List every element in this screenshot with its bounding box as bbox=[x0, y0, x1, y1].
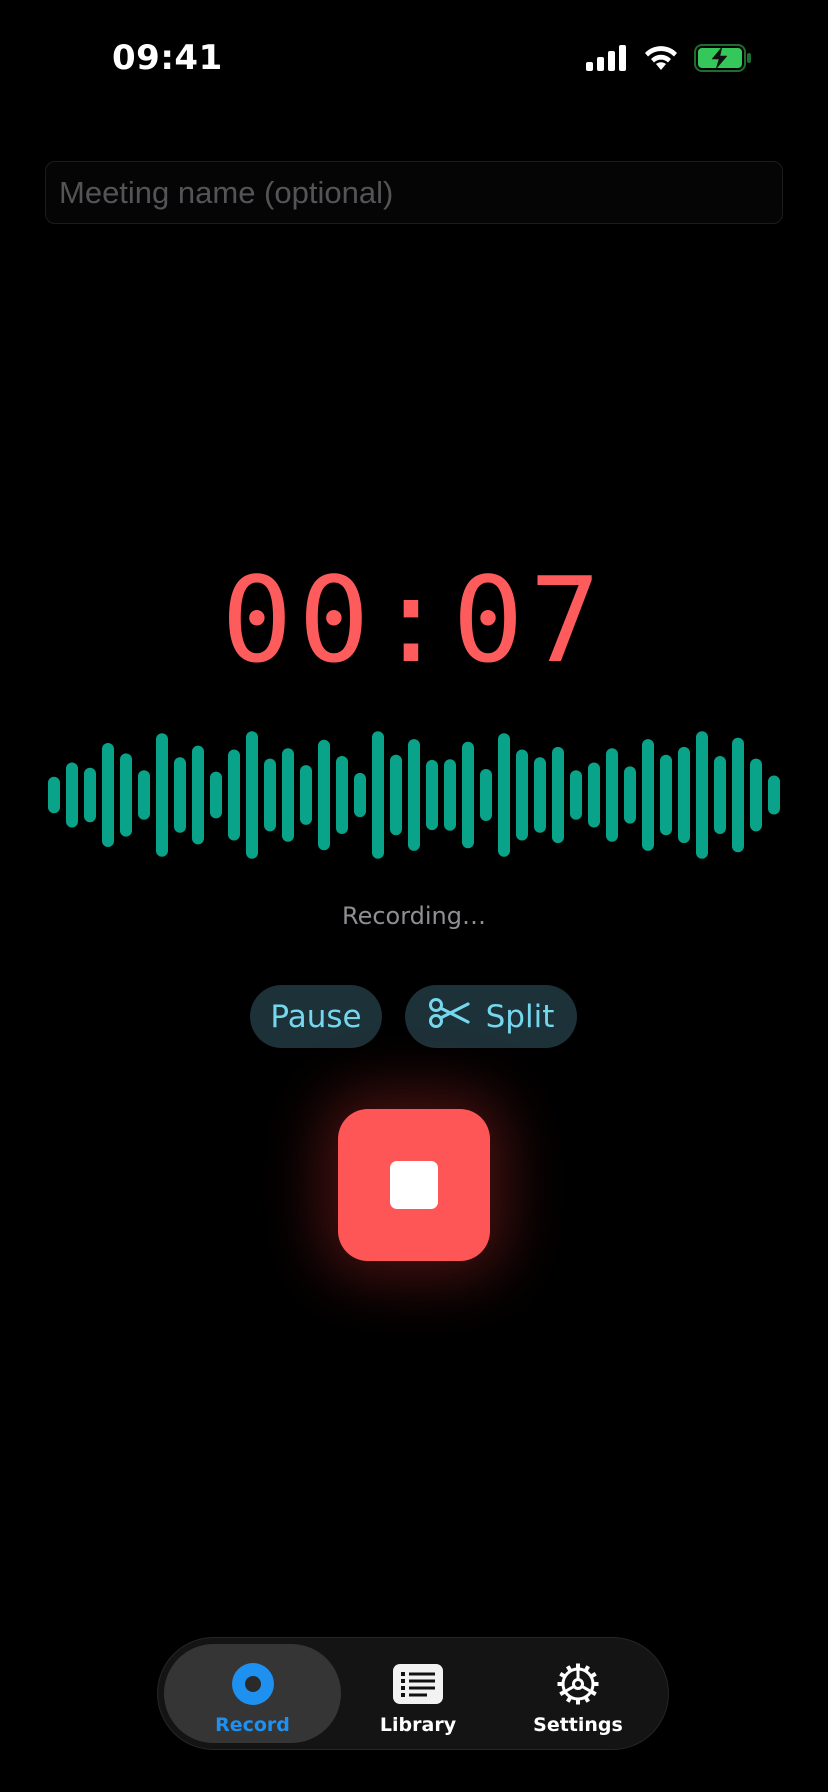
wifi-icon bbox=[642, 44, 680, 72]
tab-library-label: Library bbox=[379, 1714, 457, 1736]
waveform-bar bbox=[210, 771, 222, 819]
waveform-bar bbox=[282, 748, 294, 842]
waveform-bar bbox=[678, 746, 690, 844]
stop-recording-button[interactable] bbox=[338, 1109, 490, 1261]
waveform-bar bbox=[732, 737, 744, 853]
waveform-bar bbox=[642, 739, 654, 851]
split-button[interactable]: Split bbox=[405, 985, 577, 1048]
tab-record-label: Record bbox=[215, 1714, 290, 1736]
tab-settings[interactable]: Settings bbox=[498, 1644, 658, 1743]
waveform-bar bbox=[714, 756, 726, 834]
waveform-bar bbox=[84, 767, 96, 823]
waveform-bar bbox=[48, 776, 60, 814]
waveform-bar bbox=[336, 756, 348, 834]
cellular-signal-icon bbox=[586, 45, 628, 71]
waveform-bar bbox=[228, 749, 240, 841]
waveform-bar bbox=[66, 762, 78, 828]
audio-waveform bbox=[48, 731, 780, 859]
waveform-bar bbox=[606, 748, 618, 842]
pause-button[interactable]: Pause bbox=[250, 985, 382, 1048]
waveform-bar bbox=[372, 731, 384, 859]
elapsed-timer: 00:07 bbox=[221, 551, 607, 689]
recording-status-text: Recording… bbox=[341, 902, 487, 930]
meeting-name-input[interactable] bbox=[45, 161, 783, 224]
list-icon bbox=[393, 1662, 443, 1706]
status-time: 09:41 bbox=[112, 38, 223, 78]
record-icon bbox=[231, 1662, 275, 1706]
waveform-bar bbox=[516, 749, 528, 841]
waveform-bar bbox=[192, 745, 204, 845]
status-icons bbox=[586, 44, 752, 72]
waveform-bar bbox=[426, 759, 438, 831]
waveform-bar bbox=[624, 766, 636, 824]
gear-icon bbox=[554, 1662, 602, 1706]
waveform-bar bbox=[750, 758, 762, 832]
waveform-bar bbox=[300, 765, 312, 825]
waveform-bar bbox=[102, 743, 114, 847]
scissors-icon bbox=[428, 997, 470, 1037]
waveform-bar bbox=[264, 758, 276, 832]
waveform-bar bbox=[318, 739, 330, 851]
waveform-bar bbox=[480, 769, 492, 821]
waveform-bar bbox=[462, 741, 474, 849]
waveform-bar bbox=[444, 759, 456, 831]
waveform-bar bbox=[696, 731, 708, 859]
pause-button-label: Pause bbox=[270, 998, 362, 1035]
battery-charging-icon bbox=[694, 44, 752, 72]
waveform-bar bbox=[534, 757, 546, 833]
split-button-label: Split bbox=[485, 998, 555, 1035]
stop-icon bbox=[390, 1161, 438, 1209]
waveform-bar bbox=[588, 762, 600, 828]
tab-bar: Record Library Settings bbox=[157, 1637, 669, 1750]
waveform-bar bbox=[156, 733, 168, 857]
waveform-bar bbox=[138, 770, 150, 820]
tab-record[interactable]: Record bbox=[164, 1644, 341, 1743]
waveform-bar bbox=[390, 754, 402, 836]
waveform-bar bbox=[354, 772, 366, 818]
tab-settings-label: Settings bbox=[533, 1714, 623, 1736]
waveform-bar bbox=[570, 770, 582, 820]
waveform-bar bbox=[498, 733, 510, 857]
tab-library[interactable]: Library bbox=[348, 1644, 488, 1743]
waveform-bar bbox=[408, 739, 420, 851]
waveform-bar bbox=[552, 746, 564, 844]
waveform-bar bbox=[246, 731, 258, 859]
waveform-bar bbox=[660, 754, 672, 836]
waveform-bar bbox=[120, 753, 132, 837]
waveform-bar bbox=[768, 775, 780, 815]
waveform-bar bbox=[174, 757, 186, 833]
